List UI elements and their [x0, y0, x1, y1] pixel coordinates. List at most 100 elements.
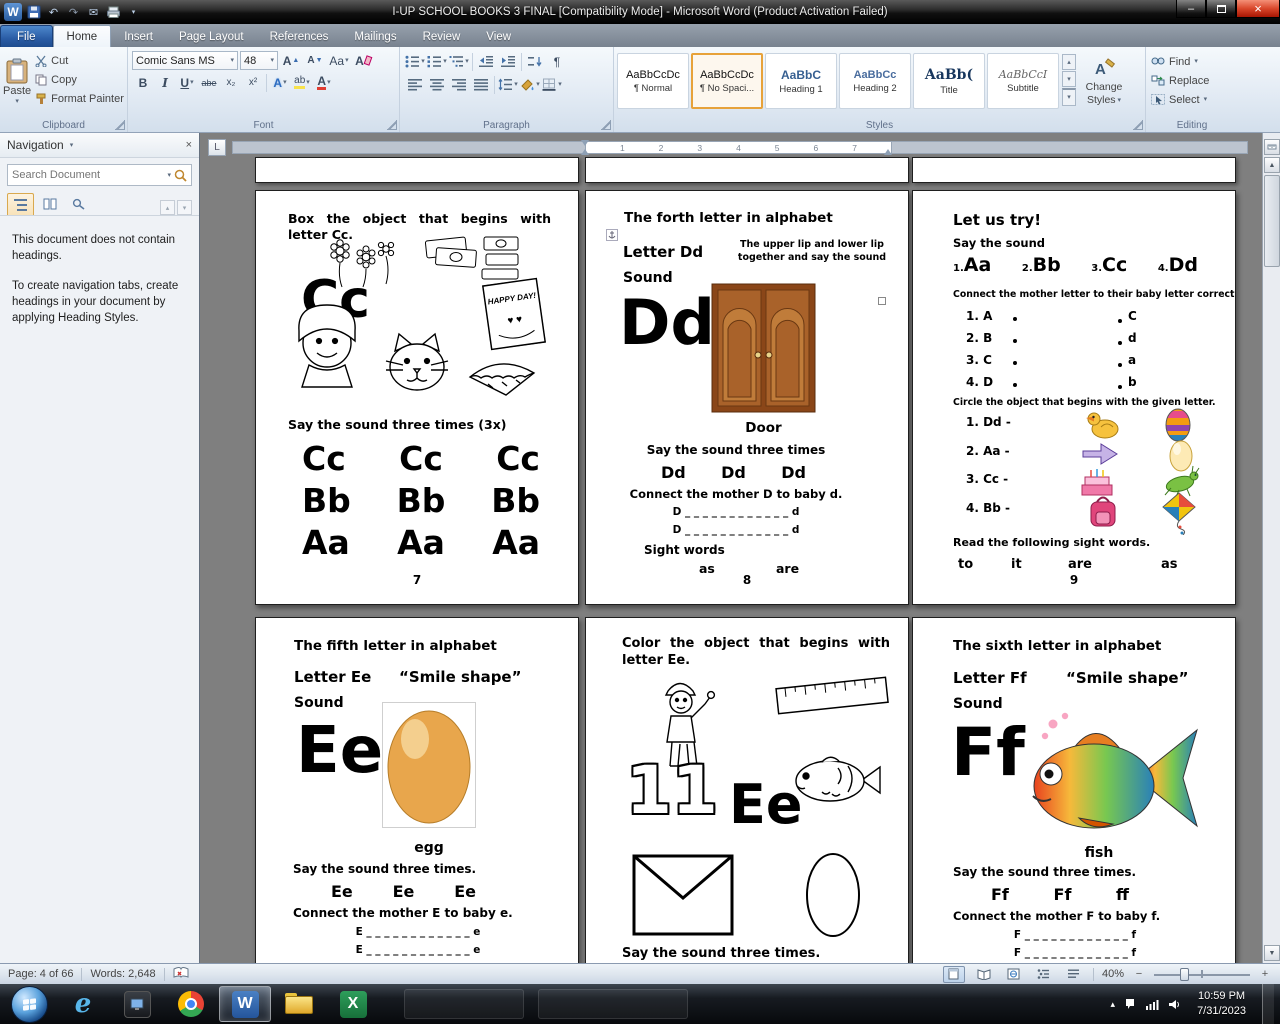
font-color-button[interactable]: A ▾ — [313, 73, 335, 92]
style-heading1[interactable]: AaBbC Heading 1 — [765, 53, 837, 109]
style-title[interactable]: AaBb(Title — [913, 53, 985, 109]
taskbar-ie-button[interactable]: e — [57, 986, 109, 1022]
tab-page-layout[interactable]: Page Layout — [166, 26, 257, 47]
select-button[interactable]: Select ▾ — [1148, 90, 1236, 109]
zoom-slider-thumb[interactable] — [1180, 968, 1189, 981]
style-normal[interactable]: AaBbCcDc ¶ Normal — [617, 53, 689, 109]
align-center-button[interactable] — [426, 75, 448, 94]
cut-button[interactable]: Cut — [32, 51, 127, 70]
page-10[interactable]: The fifth letter in alphabet Letter Ee “… — [255, 617, 579, 963]
change-styles-button[interactable]: A Change Styles ▾ — [1078, 52, 1130, 112]
scroll-thumb[interactable] — [1264, 175, 1280, 267]
page-edge[interactable] — [912, 157, 1236, 183]
browse-pages-tab[interactable] — [36, 193, 63, 215]
hanging-indent-marker[interactable] — [581, 149, 589, 155]
undo-icon[interactable]: ↶ — [45, 4, 62, 20]
show-hide-button[interactable]: ¶ — [546, 52, 568, 71]
shrink-font-button[interactable]: A ▼ — [304, 51, 326, 70]
font-dialog-launcher[interactable] — [387, 120, 397, 130]
email-icon[interactable]: ✉ — [85, 4, 102, 20]
style-subtitle[interactable]: AaBbCcI Subtitle — [987, 53, 1059, 109]
tab-file[interactable]: File — [0, 25, 53, 47]
styles-more-button[interactable]: ▾ — [1062, 88, 1076, 106]
borders-button[interactable]: ▾ — [541, 75, 563, 94]
page-indicator[interactable]: Page: 4 of 66 — [8, 968, 73, 980]
maximize-button[interactable] — [1206, 0, 1236, 18]
right-indent-marker[interactable] — [884, 149, 892, 155]
zoom-in-button[interactable]: + — [1258, 967, 1272, 981]
egg-image-frame[interactable] — [382, 702, 476, 828]
tab-mailings[interactable]: Mailings — [341, 26, 409, 47]
taskbar-chrome-button[interactable] — [165, 986, 217, 1022]
navigation-pane-menu-caret-icon[interactable]: ▾ — [70, 142, 74, 149]
increase-indent-button[interactable] — [497, 52, 519, 71]
highlight-button[interactable]: ab ▾ — [291, 73, 313, 92]
page-7[interactable]: Box the object that begins with letter C… — [255, 190, 579, 605]
search-options-caret-icon[interactable]: ▾ — [167, 172, 171, 179]
strikethrough-button[interactable]: abe — [198, 73, 220, 92]
action-center-icon[interactable] — [1123, 998, 1137, 1010]
align-right-button[interactable] — [448, 75, 470, 94]
browse-headings-tab[interactable] — [7, 193, 34, 215]
zoom-slider[interactable] — [1154, 967, 1250, 981]
find-button[interactable]: Find ▾ — [1148, 52, 1236, 71]
style-no-spacing[interactable]: AaBbCcDc ¶ No Spaci... — [691, 53, 763, 109]
page-8[interactable]: The forth letter in alphabet Letter Dd T… — [585, 190, 909, 605]
page-edge[interactable] — [585, 157, 909, 183]
superscript-button[interactable]: x² — [242, 73, 264, 92]
copy-button[interactable]: Copy — [32, 70, 127, 89]
previous-result-button[interactable]: ▴ — [160, 200, 175, 215]
tab-references[interactable]: References — [257, 26, 342, 47]
browse-results-tab[interactable] — [65, 193, 92, 215]
scroll-down-button[interactable]: ▼ — [1264, 945, 1280, 961]
underline-button[interactable]: U ▾ — [176, 73, 198, 92]
volume-icon[interactable] — [1167, 998, 1181, 1010]
decrease-indent-button[interactable] — [475, 52, 497, 71]
fullscreen-reading-view-button[interactable] — [973, 966, 995, 983]
bold-button[interactable]: B — [132, 73, 154, 92]
paste-button[interactable]: Paste ▾ — [2, 49, 32, 113]
grow-font-button[interactable]: A ▲ — [280, 51, 302, 70]
show-desktop-button[interactable] — [1262, 984, 1274, 1024]
page-9[interactable]: Let us try! Say the sound 1.Aa 2.Bb 3.Cc… — [912, 190, 1236, 605]
tab-home[interactable]: Home — [52, 25, 112, 47]
taskbar-media-button[interactable] — [111, 986, 163, 1022]
sort-button[interactable] — [524, 52, 546, 71]
print-layout-view-button[interactable] — [942, 965, 965, 983]
taskbar-word-button[interactable]: W — [219, 986, 271, 1022]
customize-quick-access-icon[interactable]: ▾ — [125, 4, 142, 20]
line-spacing-button[interactable]: ▾ — [497, 75, 519, 94]
zoom-level[interactable]: 40% — [1102, 968, 1124, 980]
bullets-button[interactable]: ▾ — [404, 52, 426, 71]
tab-insert[interactable]: Insert — [111, 26, 166, 47]
redo-icon[interactable]: ↷ — [65, 4, 82, 20]
justify-button[interactable] — [470, 75, 492, 94]
word-app-icon[interactable]: W — [4, 3, 22, 21]
tab-stop-selector[interactable]: L — [208, 139, 226, 156]
style-heading2[interactable]: AaBbCc Heading 2 — [839, 53, 911, 109]
taskbar-clock[interactable]: 10:59 PM 7/31/2023 — [1189, 989, 1254, 1019]
background-window-button[interactable] — [538, 989, 688, 1019]
draft-view-button[interactable] — [1063, 966, 1085, 983]
vertical-scrollbar[interactable]: ▲ ▼ — [1262, 133, 1280, 963]
close-button[interactable]: × — [1236, 0, 1280, 18]
taskbar-excel-button[interactable]: X — [327, 986, 379, 1022]
proofing-status-icon[interactable] — [173, 966, 189, 982]
styles-dialog-launcher[interactable] — [1133, 120, 1143, 130]
format-painter-button[interactable]: Format Painter — [32, 89, 127, 108]
subscript-button[interactable]: x₂ — [220, 73, 242, 92]
align-left-button[interactable] — [404, 75, 426, 94]
numbering-button[interactable]: ▾ — [426, 52, 448, 71]
search-icon[interactable] — [174, 169, 187, 182]
minimize-button[interactable]: – — [1176, 0, 1206, 18]
page-11[interactable]: Color the object that begins with letter… — [585, 617, 909, 963]
selection-handle[interactable] — [878, 297, 886, 305]
change-case-button[interactable]: Aa ▾ — [328, 51, 350, 70]
styles-scroll-down-button[interactable]: ▾ — [1062, 71, 1076, 87]
taskbar-explorer-button[interactable] — [273, 986, 325, 1022]
word-count[interactable]: Words: 2,648 — [90, 968, 155, 980]
show-hidden-icons-button[interactable]: ▴ — [1111, 999, 1116, 1010]
navigation-pane-close-icon[interactable]: × — [186, 139, 192, 151]
text-effects-button[interactable]: A ▾ — [269, 73, 291, 92]
font-size-select[interactable]: 48 ▾ — [240, 51, 278, 70]
